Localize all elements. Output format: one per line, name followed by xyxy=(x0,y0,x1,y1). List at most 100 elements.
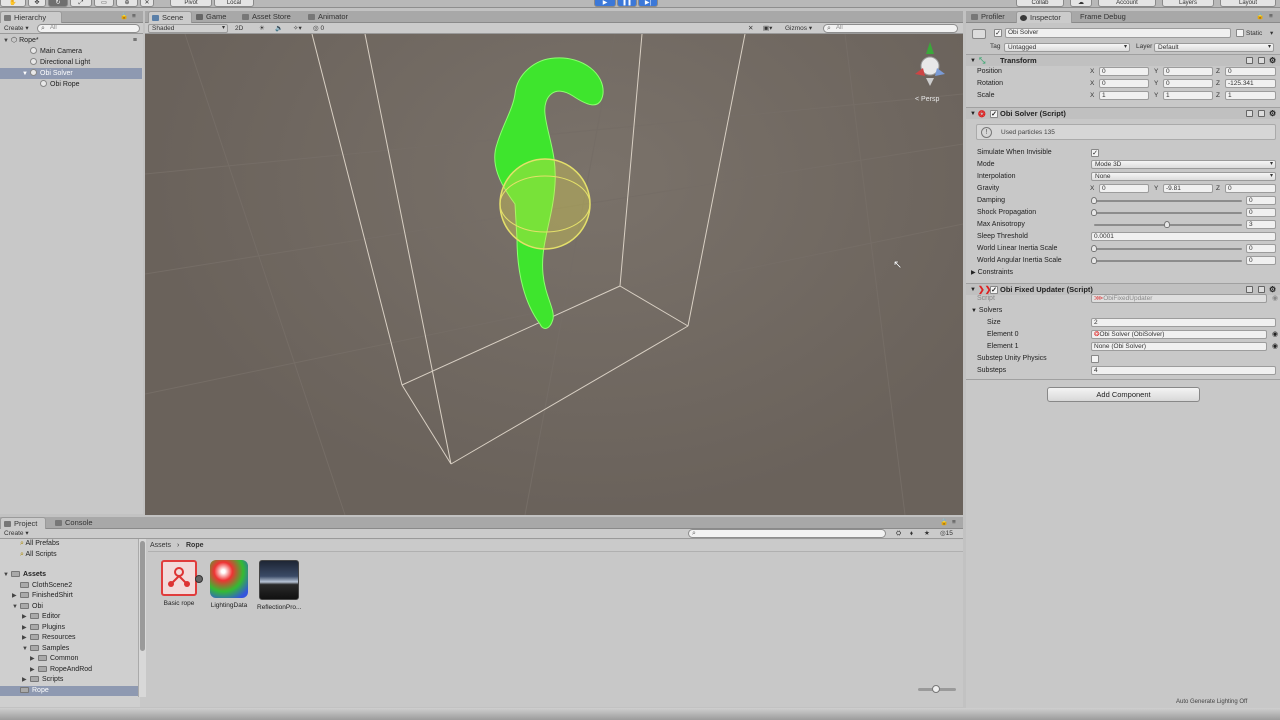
orientation-gizmo[interactable] xyxy=(915,42,945,86)
static-checkbox[interactable] xyxy=(1236,29,1244,37)
favorite-all-prefabs[interactable]: ⌕ All Prefabs xyxy=(0,539,138,550)
add-component-button[interactable]: Add Component xyxy=(1047,387,1200,402)
lock-icon[interactable]: 🔒 xyxy=(940,518,948,527)
scene-menu-icon[interactable]: ≡ xyxy=(133,35,137,46)
slider-knob[interactable] xyxy=(1091,245,1097,252)
static-dropdown-icon[interactable]: ▾ xyxy=(1270,29,1273,38)
tab-inspector[interactable]: Inspector xyxy=(1016,11,1072,23)
layer-dropdown[interactable]: Default xyxy=(1154,43,1274,52)
element-1-field[interactable]: None (Obi Solver) xyxy=(1091,342,1267,351)
expand-triangle-icon[interactable]: ▼ xyxy=(22,644,30,655)
scale-y-field[interactable]: 1 xyxy=(1163,91,1213,100)
scale-tool-button[interactable]: ⤢ xyxy=(70,0,92,7)
lighting-toggle-icon[interactable]: ☀ xyxy=(259,24,265,33)
tree-obi[interactable]: ▼ Obi xyxy=(0,602,138,613)
slider-knob[interactable] xyxy=(1164,221,1170,228)
anisotropy-field[interactable]: 3 xyxy=(1246,220,1276,229)
angular-inertia-slider[interactable] xyxy=(1091,257,1242,264)
hierarchy-item-main-camera[interactable]: Main Camera xyxy=(0,46,142,57)
tab-console[interactable]: Console xyxy=(52,517,102,529)
rotation-gizmo[interactable] xyxy=(499,158,591,250)
asset-basic-rope[interactable]: Basic rope xyxy=(157,560,201,615)
interpolation-dropdown[interactable]: None xyxy=(1091,172,1276,181)
tree-plugins[interactable]: ▶ Plugins xyxy=(0,623,138,634)
hierarchy-search[interactable]: All xyxy=(37,24,140,33)
rotation-y-field[interactable]: 0 xyxy=(1163,79,1213,88)
expand-triangle-icon[interactable]: ▶ xyxy=(22,612,30,623)
element-0-field[interactable]: ❂Obi Solver (ObiSolver) xyxy=(1091,330,1267,339)
tab-asset-store[interactable]: Asset Store xyxy=(239,11,299,23)
damping-field[interactable]: 0 xyxy=(1246,196,1276,205)
slider-knob[interactable] xyxy=(932,685,940,693)
rotation-z-field[interactable]: -125.341 xyxy=(1225,79,1276,88)
position-z-field[interactable]: 0 xyxy=(1225,67,1276,76)
filter-type-icon[interactable]: ⛭ xyxy=(896,529,901,538)
transform-header[interactable]: ▼ ⤡ Transform ⚙ xyxy=(966,54,1280,66)
favorite-icon[interactable]: ★ xyxy=(924,529,930,538)
hierarchy-item-directional-light[interactable]: Directional Light xyxy=(0,57,142,68)
account-dropdown[interactable]: Account xyxy=(1098,0,1156,7)
tree-resources[interactable]: ▶ Resources xyxy=(0,633,138,644)
shock-field[interactable]: 0 xyxy=(1246,208,1276,217)
expand-triangle-icon[interactable]: ▼ xyxy=(971,308,977,314)
object-picker-icon[interactable]: ◉ xyxy=(1272,341,1278,353)
expand-triangle-icon[interactable]: ▶ xyxy=(30,665,38,676)
solvers-size-field[interactable]: 2 xyxy=(1091,318,1276,327)
object-name-field[interactable]: Obi Solver xyxy=(1005,28,1231,38)
expand-triangle-icon[interactable]: ▶ xyxy=(30,654,38,665)
hand-tool-button[interactable]: ✋ xyxy=(0,0,26,7)
help-icon[interactable] xyxy=(1246,110,1253,117)
cloud-icon[interactable]: ☁ xyxy=(1070,0,1092,7)
help-icon[interactable] xyxy=(1246,286,1253,293)
simulate-invisible-checkbox[interactable]: ✓ xyxy=(1091,149,1099,157)
scale-x-field[interactable]: 1 xyxy=(1099,91,1149,100)
asset-reflection-probe[interactable]: ReflectionPro... xyxy=(257,560,301,615)
tree-ropeandrod[interactable]: ▶ RopeAndRod xyxy=(0,665,138,676)
gravity-x-field[interactable]: 0 xyxy=(1099,184,1149,193)
tag-dropdown[interactable]: Untagged xyxy=(1004,43,1130,52)
help-icon[interactable] xyxy=(1246,57,1253,64)
layers-dropdown[interactable]: Layers xyxy=(1162,0,1214,7)
sleep-threshold-field[interactable]: 0.0001 xyxy=(1091,232,1276,241)
expand-triangle-icon[interactable]: ▶ xyxy=(22,623,30,634)
slider-knob[interactable] xyxy=(1091,209,1097,216)
gear-icon[interactable]: ⚙ xyxy=(1269,108,1276,120)
2d-toggle[interactable]: 2D xyxy=(235,24,243,33)
pause-button[interactable]: ❚❚ xyxy=(617,0,637,7)
tree-finishedshirt[interactable]: ▶ FinishedShirt xyxy=(0,591,138,602)
expand-triangle-icon[interactable]: ▶ xyxy=(22,675,30,686)
linear-inertia-field[interactable]: 0 xyxy=(1246,244,1276,253)
project-search[interactable] xyxy=(688,529,886,538)
linear-inertia-slider[interactable] xyxy=(1091,245,1242,252)
tree-scripts[interactable]: ▶ Scripts xyxy=(0,675,138,686)
tab-scene[interactable]: Scene xyxy=(148,11,192,23)
slider-knob[interactable] xyxy=(1091,257,1097,264)
transform-tool-button[interactable]: ⊕ xyxy=(116,0,138,7)
create-dropdown[interactable]: Create ▾ xyxy=(4,529,29,538)
rect-tool-button[interactable]: ▭ xyxy=(94,0,114,7)
rotation-x-field[interactable]: 0 xyxy=(1099,79,1149,88)
obi-solver-header[interactable]: ▼ ❂ ✓ Obi Solver (Script) ⚙ xyxy=(966,107,1280,119)
panel-menu-icon[interactable]: ≡ xyxy=(952,518,956,527)
tree-editor[interactable]: ▶ Editor xyxy=(0,612,138,623)
pivot-button[interactable]: Pivot xyxy=(170,0,212,7)
breadcrumb-rope[interactable]: Rope xyxy=(186,541,204,550)
substep-physics-checkbox[interactable] xyxy=(1091,355,1099,363)
collab-button[interactable]: Collab xyxy=(1016,0,1064,7)
layout-dropdown[interactable]: Layout xyxy=(1220,0,1276,7)
tab-project[interactable]: Project xyxy=(0,517,46,529)
slider-knob[interactable] xyxy=(1091,197,1097,204)
tab-hierarchy[interactable]: Hierarchy xyxy=(0,11,62,23)
perspective-label[interactable]: < Persp xyxy=(915,96,939,103)
panel-menu-icon[interactable]: ≡ xyxy=(132,12,136,21)
scene-viewport[interactable]: < Persp ↖ xyxy=(145,34,963,515)
tree-rope[interactable]: Rope xyxy=(0,685,138,696)
solvers-row[interactable]: ▼ Solvers xyxy=(970,305,1280,317)
play-button[interactable]: ▶ xyxy=(594,0,616,7)
create-dropdown[interactable]: Create ▾ xyxy=(4,24,29,33)
anisotropy-slider[interactable] xyxy=(1094,221,1242,228)
tree-common[interactable]: ▶ Common xyxy=(0,654,138,665)
hierarchy-item-obi-solver[interactable]: ▼ Obi Solver xyxy=(0,68,142,79)
breadcrumb-assets[interactable]: Assets xyxy=(150,541,171,550)
lock-icon[interactable]: 🔒 xyxy=(1256,12,1264,21)
